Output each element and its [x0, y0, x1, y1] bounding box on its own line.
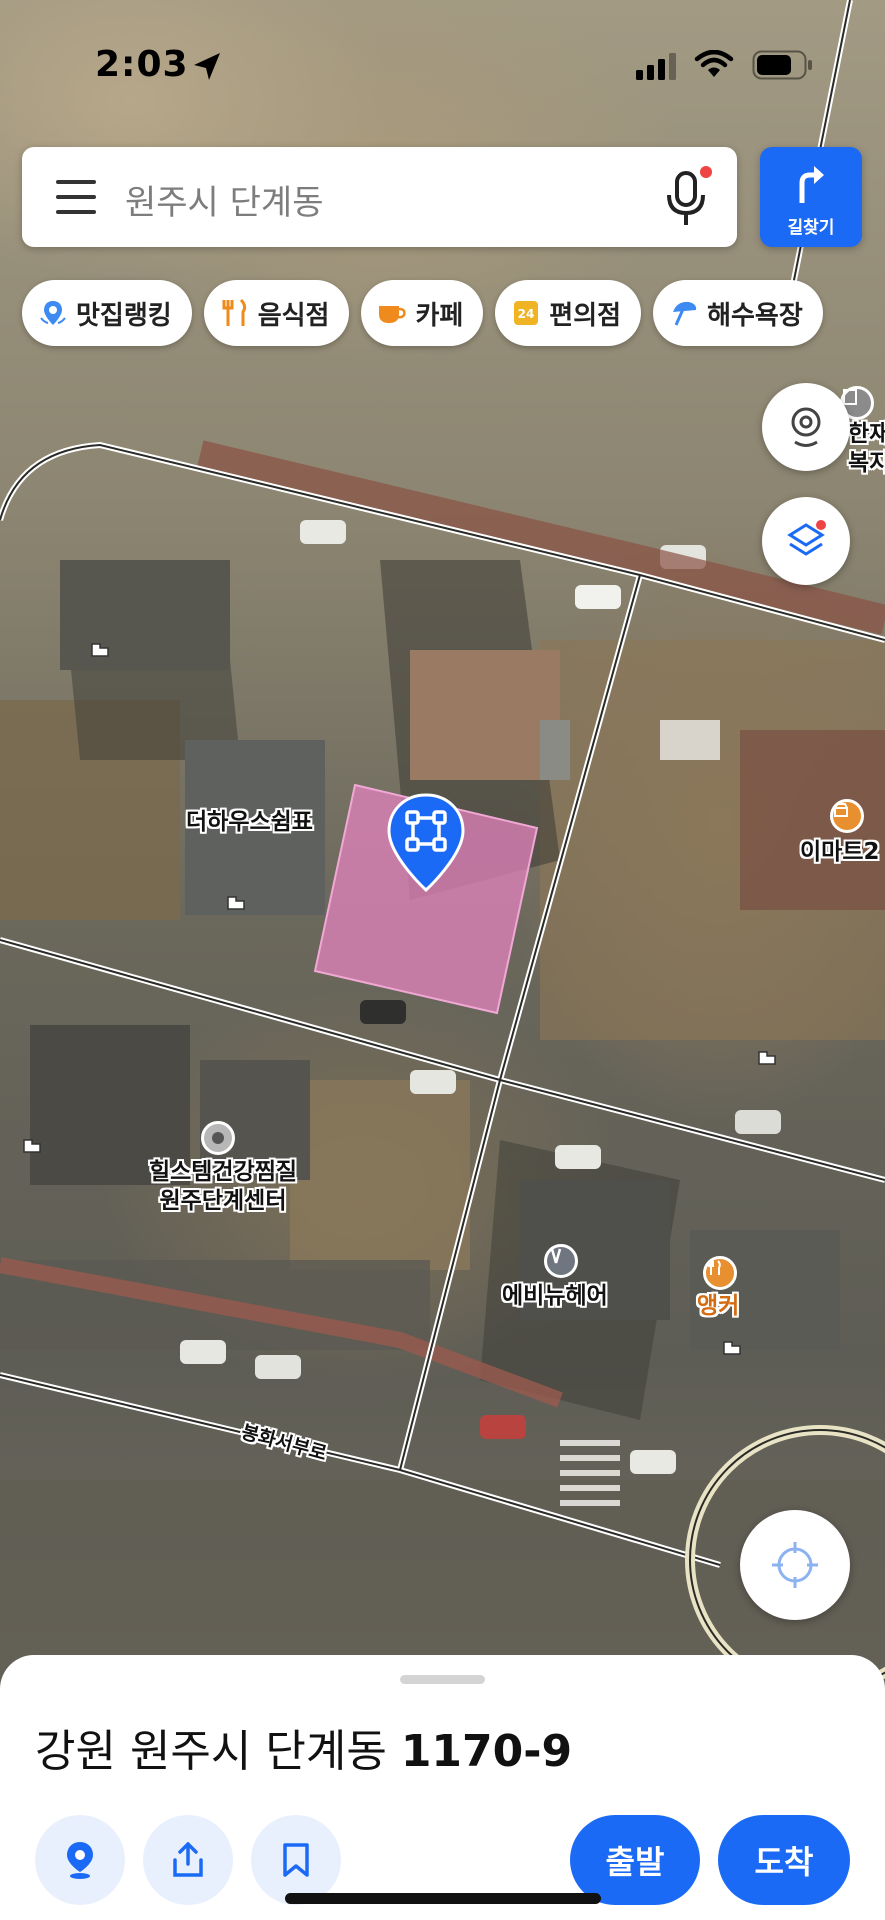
location-arrow-icon — [194, 53, 220, 80]
map-layers-button[interactable] — [762, 497, 850, 585]
place-address: 강원 원주시 단계동 1170-9 — [35, 1715, 572, 1779]
directions-label: 길찾기 — [787, 218, 835, 238]
battery-icon — [752, 50, 812, 80]
poi-label-line: 복지센터 — [848, 449, 885, 476]
hair-salon-poi-icon[interactable] — [544, 1244, 578, 1278]
crosshair-icon — [772, 1542, 818, 1588]
ranking-pin-icon — [38, 298, 68, 328]
satellite-map[interactable]: 더하우스쉼표 힐스템건강찜질 원주단계센터 에비뉴헤어 앵커 이마트2 한재 복… — [0, 0, 885, 1700]
departure-button[interactable]: 출발 — [570, 1815, 700, 1905]
poi-label-hills-sauna[interactable]: 힐스템건강찜질 원주단계센터 — [138, 1158, 308, 1216]
chip-label: 음식점 — [257, 300, 330, 331]
signal-icon — [636, 53, 676, 80]
address-prefix: 강원 원주시 단계동 — [35, 1726, 387, 1777]
poi-label-line: 한재 — [848, 421, 885, 447]
status-bar: 2:03 — [0, 0, 885, 130]
poi-label-line: 힐스템건강찜질 — [148, 1159, 298, 1185]
beach-umbrella-icon — [669, 298, 699, 328]
entrance-icon — [91, 643, 109, 657]
wifi-icon — [694, 50, 734, 77]
search-bar[interactable]: 원주시 단계동 — [22, 147, 737, 247]
chip-convenience-store[interactable]: 24 편의점 — [495, 280, 642, 346]
chip-restaurant-ranking[interactable]: 맛집랭킹 — [22, 280, 192, 346]
street-view-button[interactable] — [762, 383, 850, 471]
chip-label: 맛집랭킹 — [76, 300, 172, 331]
poi-label-line: 원주단계센터 — [159, 1187, 287, 1214]
home-indicator[interactable] — [285, 1893, 601, 1904]
entrance-icon — [723, 1341, 741, 1355]
svg-text:24: 24 — [518, 307, 535, 321]
entrance-icon — [758, 1051, 776, 1065]
cafe-icon — [377, 298, 407, 328]
chip-label: 카페 — [415, 300, 464, 331]
entrance-icon — [23, 1139, 41, 1153]
restaurant-icon — [220, 298, 250, 328]
place-bottom-sheet[interactable]: 강원 원주시 단계동 1170-9 출발 도착 — [0, 1655, 885, 1920]
poi-label-anker[interactable]: 앵커 — [697, 1292, 739, 1321]
poi-label-eveny-hair[interactable]: 에비뉴헤어 — [502, 1282, 608, 1311]
search-input[interactable]: 원주시 단계동 — [125, 175, 324, 224]
directions-button[interactable]: 길찾기 — [760, 147, 862, 247]
poi-label-emart[interactable]: 이마트2 — [800, 838, 879, 867]
selected-location-pin[interactable] — [385, 792, 467, 894]
sauna-poi-icon[interactable] — [201, 1121, 235, 1155]
bookmark-button[interactable] — [251, 1815, 341, 1905]
share-button[interactable] — [143, 1815, 233, 1905]
store-poi-icon[interactable] — [830, 799, 864, 833]
bookmark-icon — [283, 1843, 309, 1877]
chip-label: 편의점 — [549, 300, 622, 331]
street-view-icon — [791, 407, 821, 447]
category-chip-row: 맛집랭킹 음식점 카페 24 편의점 해수욕장 — [22, 280, 823, 346]
poi-label-the-house[interactable]: 더하우스쉼표 — [186, 808, 313, 837]
address-number: 1170-9 — [400, 1726, 573, 1777]
chip-label: 해수욕장 — [707, 300, 803, 331]
status-time: 2:03 — [95, 44, 189, 85]
layers-icon — [787, 520, 826, 556]
chip-cafe[interactable]: 카페 — [361, 280, 484, 346]
convenience-store-icon: 24 — [511, 298, 541, 328]
turn-right-arrow-icon — [799, 166, 824, 203]
entrance-icon — [227, 896, 245, 910]
map-pin-icon — [67, 1842, 93, 1879]
chip-beach[interactable]: 해수욕장 — [653, 280, 823, 346]
current-location-button[interactable] — [740, 1510, 850, 1620]
microphone-icon[interactable] — [662, 165, 712, 231]
poi-label-welfare-center[interactable]: 한재 복지센터 — [848, 420, 885, 478]
chip-restaurant[interactable]: 음식점 — [203, 280, 350, 346]
sheet-grabber[interactable] — [400, 1675, 485, 1684]
pin-location-button[interactable] — [35, 1815, 125, 1905]
share-icon — [173, 1842, 203, 1877]
menu-icon[interactable] — [54, 178, 98, 216]
restaurant-poi-icon[interactable] — [703, 1256, 737, 1290]
arrival-button[interactable]: 도착 — [718, 1815, 850, 1905]
